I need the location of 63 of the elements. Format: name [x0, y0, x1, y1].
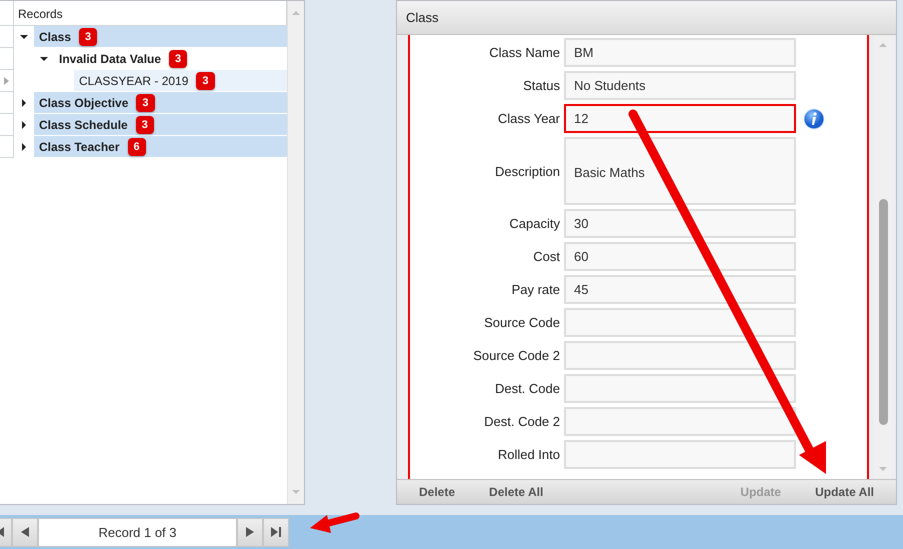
field-label: Capacity [508, 216, 561, 231]
input-field[interactable] [564, 440, 796, 469]
field-label: Class Name [488, 45, 561, 60]
info-icon[interactable] [803, 108, 825, 130]
field-label: Pay rate [510, 282, 561, 297]
collapse-icon[interactable] [20, 33, 28, 41]
last-icon [271, 527, 281, 537]
field-label: Description [494, 164, 561, 178]
scrollbar[interactable] [874, 35, 892, 479]
tree-node[interactable]: CLASSYEAR - 2019 3 [74, 70, 287, 92]
expand-icon[interactable] [20, 143, 28, 151]
field-label: Source Code 2 [472, 348, 561, 363]
record-indicator: Record 1 of 3 [38, 518, 237, 546]
current-row-icon [4, 76, 9, 84]
node-label: Class Teacher [39, 140, 120, 154]
action-button[interactable]: Delete [409, 483, 466, 501]
previous-record-button[interactable] [12, 518, 38, 546]
node-label: Class Schedule [39, 118, 128, 132]
input-field[interactable]: No Students [564, 71, 796, 100]
input-field[interactable]: BM [564, 38, 796, 67]
node-label: CLASSYEAR - 2019 [79, 74, 188, 88]
input-field[interactable]: 30 [564, 209, 796, 238]
count-badge: 6 [128, 138, 146, 156]
input-field[interactable]: 45 [564, 275, 796, 304]
expand-icon[interactable] [20, 121, 28, 129]
node-label: Class [39, 30, 72, 44]
input-field[interactable] [564, 407, 796, 436]
field-label: Source Code [483, 315, 561, 330]
scroll-thumb[interactable] [878, 198, 888, 426]
action-button[interactable]: Delete All [479, 483, 554, 501]
input-field[interactable] [564, 341, 796, 370]
input-field[interactable] [564, 374, 796, 403]
last-record-button[interactable] [263, 518, 289, 546]
input-field[interactable]: 60 [564, 242, 796, 271]
count-badge: 3 [169, 50, 188, 68]
tree-node[interactable]: Class Schedule 3 [34, 114, 287, 136]
collapse-icon[interactable] [40, 55, 48, 63]
arrow-annotation [310, 512, 360, 533]
field-label: Rolled Into [496, 447, 561, 462]
expand-icon[interactable] [20, 99, 28, 107]
input-field[interactable]: Basic Maths [564, 137, 796, 205]
panel-title: Class [397, 1, 896, 35]
input-field[interactable] [564, 308, 796, 337]
node-label: Class Objective [39, 96, 128, 110]
node-label: Invalid Data Value [59, 52, 162, 66]
action-button[interactable]: Update All [805, 483, 884, 501]
next-icon [246, 527, 254, 537]
count-badge: 3 [79, 28, 98, 46]
tree-node[interactable]: Class Teacher 6 [34, 136, 287, 158]
field-label: Dest. Code 2 [483, 414, 561, 429]
field-label: Dest. Code [494, 381, 561, 396]
count-badge: 3 [136, 116, 154, 134]
input-field[interactable]: 12 [564, 104, 796, 133]
field-label: Class Year [496, 111, 561, 126]
previous-icon [21, 527, 29, 537]
row-header[interactable] [0, 70, 14, 92]
next-record-button[interactable] [237, 518, 263, 546]
field-label: Cost [532, 249, 561, 264]
field-label: Status [522, 78, 561, 93]
tree-node[interactable]: Class Objective 3 [34, 92, 287, 114]
tree-node[interactable]: Class 3 [34, 26, 287, 48]
count-badge: 3 [196, 72, 215, 90]
count-badge: 3 [136, 94, 155, 112]
